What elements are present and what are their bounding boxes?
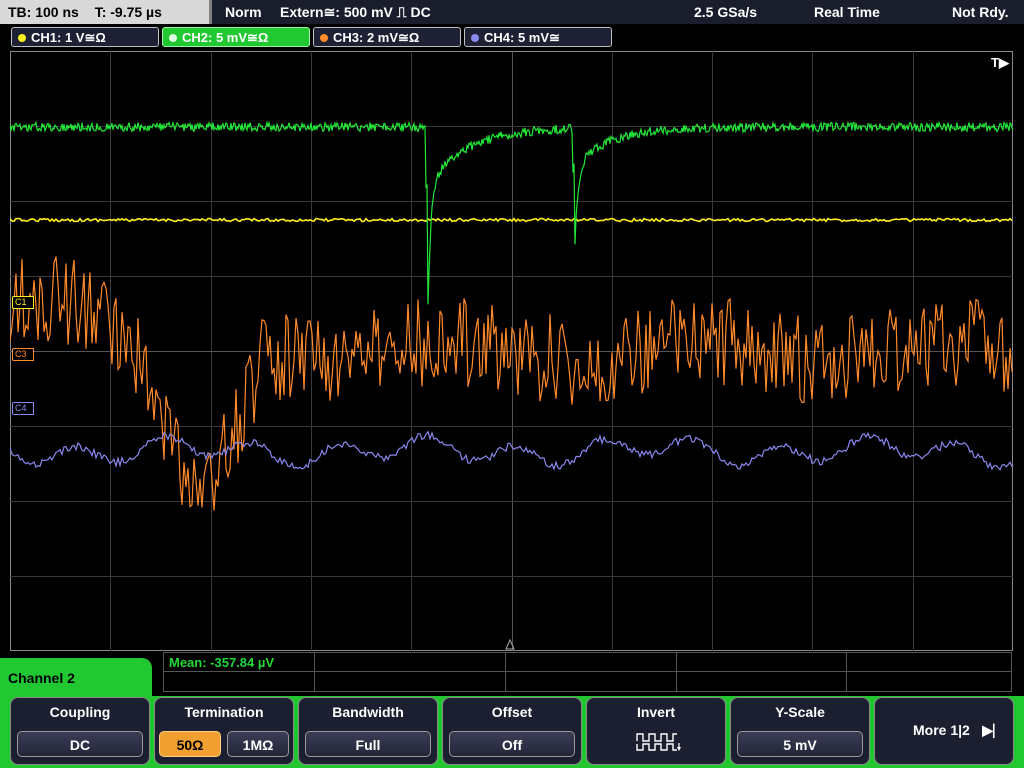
coupling-title: Coupling — [49, 704, 111, 720]
status-bar: TB: 100 ns T: -9.75 µs Norm Extern≅: 500… — [0, 0, 1024, 24]
tab-ch4[interactable]: CH4: 5 mV≅ — [464, 27, 612, 47]
bandwidth-value[interactable]: Full — [305, 731, 431, 757]
offset-softkey[interactable]: Offset Off — [442, 697, 582, 765]
ch1-dot-icon — [18, 34, 26, 42]
invert-softkey[interactable]: Invert — [586, 697, 726, 765]
mean-measurement: Mean: -357.84 µV — [169, 655, 275, 670]
offset-value[interactable]: Off — [449, 731, 575, 757]
tab-ch1[interactable]: CH1: 1 V≅Ω — [11, 27, 159, 47]
termination-softkey[interactable]: Termination 50Ω 1MΩ — [154, 697, 294, 765]
tab-ch1-label: CH1: 1 V≅Ω — [31, 30, 106, 45]
coupling-value[interactable]: DC — [17, 731, 143, 757]
coupling-softkey[interactable]: Coupling DC — [10, 697, 150, 765]
channel-tabs: CH1: 1 V≅Ω CH2: 5 mV≅Ω CH3: 2 mV≅Ω CH4: … — [0, 24, 1024, 50]
termination-title: Termination — [184, 704, 264, 720]
tab-ch3[interactable]: CH3: 2 mV≅Ω — [313, 27, 461, 47]
termination-1mohm-option[interactable]: 1MΩ — [227, 731, 289, 757]
bandwidth-title: Bandwidth — [332, 704, 404, 720]
tab-ch3-label: CH3: 2 mV≅Ω — [333, 30, 420, 45]
trigger-source[interactable]: Extern≅: 500 mV ⎍ DC — [280, 0, 431, 24]
sample-rate[interactable]: 2.5 GSa/s — [694, 0, 757, 24]
timebase-box[interactable]: TB: 100 ns T: -9.75 µs — [0, 0, 212, 24]
next-page-arrow-icon: ▶⎸ — [982, 722, 1007, 738]
bandwidth-softkey[interactable]: Bandwidth Full — [298, 697, 438, 765]
invert-title: Invert — [636, 704, 676, 720]
waveform-display[interactable]: T▶ C1 C3 C4 — [10, 51, 1013, 651]
termination-50ohm-option[interactable]: 50Ω — [159, 731, 221, 757]
ch3-offset-marker[interactable]: C3 — [12, 348, 34, 361]
waveform-canvas[interactable] — [10, 51, 1013, 651]
offset-title: Offset — [491, 704, 533, 720]
yscale-title: Y-Scale — [775, 704, 825, 720]
tab-ch2-label: CH2: 5 mV≅Ω — [182, 30, 269, 45]
ch2-dot-icon — [169, 34, 177, 42]
acquisition-type: Real Time — [814, 4, 880, 20]
divider — [505, 653, 506, 691]
divider — [164, 671, 1011, 672]
acq-mode[interactable]: Norm — [225, 0, 262, 24]
yscale-softkey[interactable]: Y-Scale 5 mV — [730, 697, 870, 765]
invert-waveform-icon — [636, 733, 681, 751]
timebase-value: TB: 100 ns — [8, 4, 79, 20]
tab-ch4-label: CH4: 5 mV≅ — [484, 30, 560, 45]
trigger-status: Not Rdy. — [952, 4, 1009, 20]
divider — [846, 653, 847, 691]
tab-ch2[interactable]: CH2: 5 mV≅Ω — [162, 27, 310, 47]
menu-title-channel: Channel 2 — [0, 658, 152, 698]
ch4-offset-marker[interactable]: C4 — [12, 402, 34, 415]
ch3-dot-icon — [320, 34, 328, 42]
divider — [676, 653, 677, 691]
more-softkey[interactable]: More 1|2 ▶⎸ — [874, 697, 1014, 765]
measurement-panel: Mean: -357.84 µV — [163, 652, 1012, 692]
yscale-value[interactable]: 5 mV — [737, 731, 863, 757]
trigger-time-value: T: -9.75 µs — [94, 4, 162, 20]
ch4-dot-icon — [471, 34, 479, 42]
divider — [314, 653, 315, 691]
trigger-arrow-icon[interactable]: T▶ — [991, 55, 1009, 71]
ch1-offset-marker[interactable]: C1 — [12, 296, 34, 309]
